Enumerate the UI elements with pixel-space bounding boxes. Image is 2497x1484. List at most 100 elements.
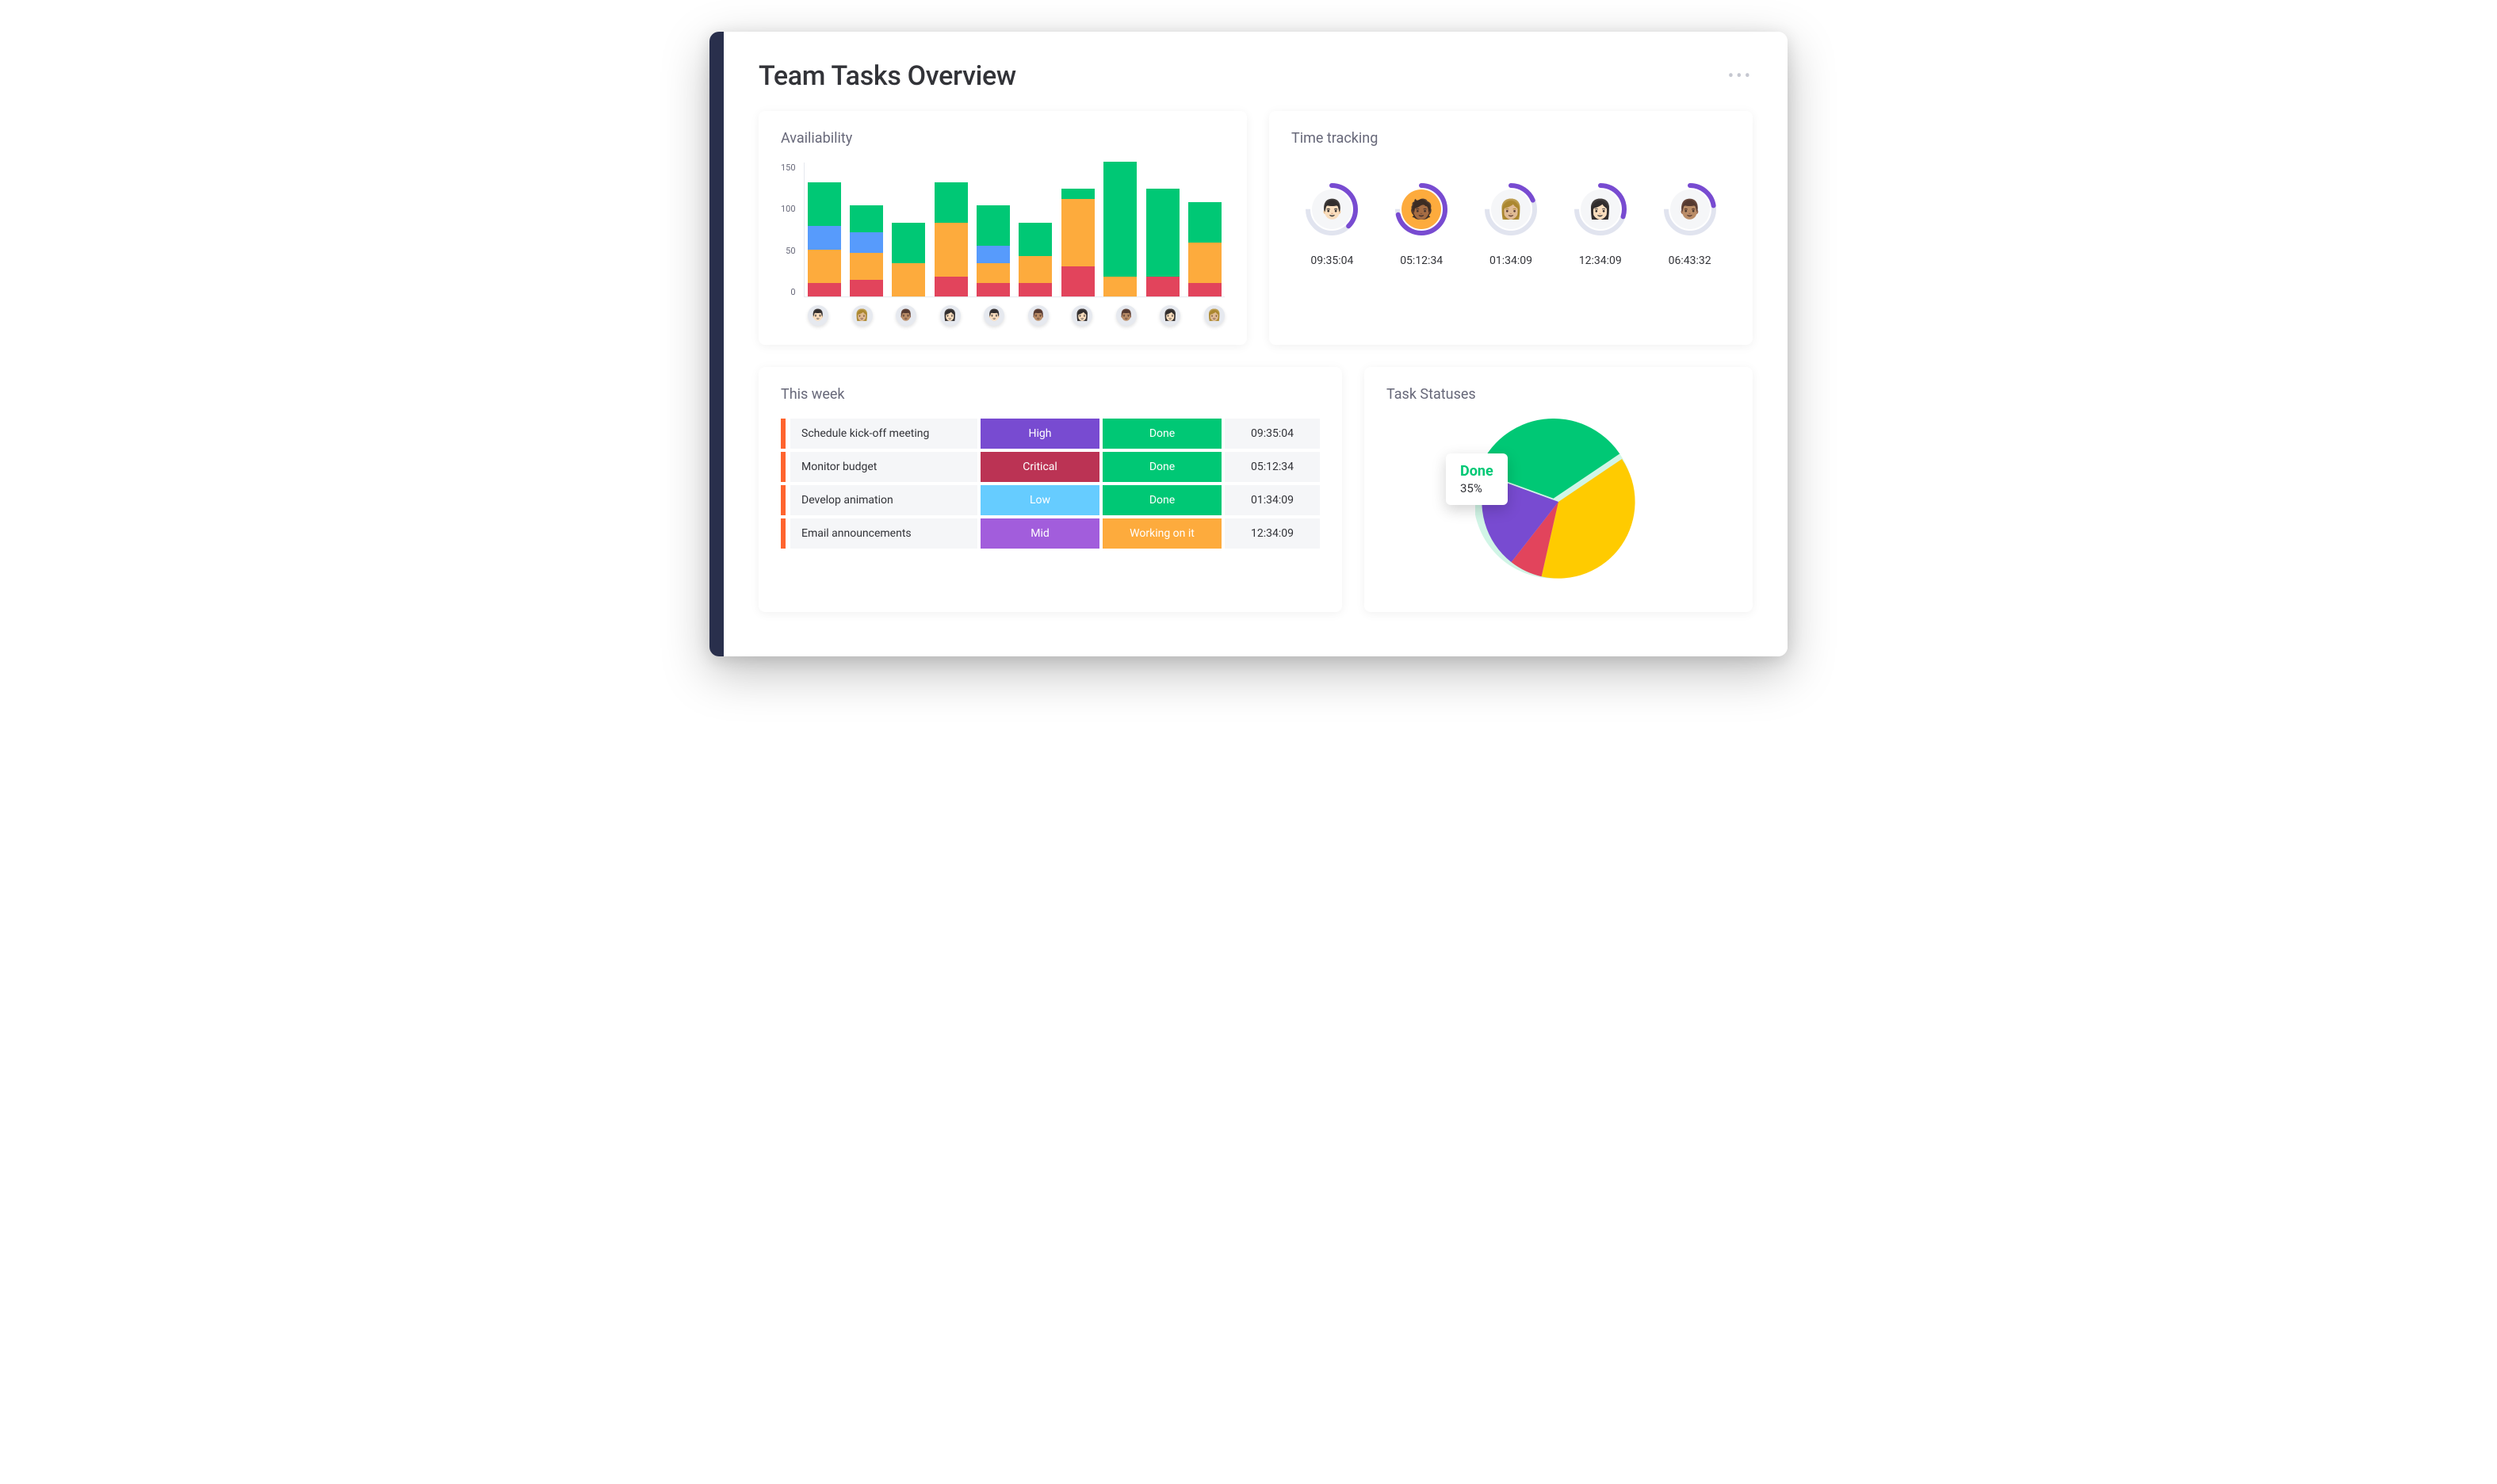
dashboard-content: Team Tasks Overview ••• Availiability 05…	[724, 32, 1788, 656]
task-time: 05:12:34	[1225, 452, 1320, 482]
bar-column[interactable]	[1103, 162, 1137, 296]
bar-segment-orange	[1188, 243, 1222, 283]
this-week-title: This week	[781, 386, 1320, 403]
priority-badge[interactable]: Mid	[981, 518, 1099, 549]
bar-segment-red	[808, 283, 841, 296]
priority-badge[interactable]: Low	[981, 485, 1099, 515]
status-badge[interactable]: Done	[1103, 419, 1222, 449]
task-row[interactable]: Monitor budgetCriticalDone05:12:34	[781, 452, 1320, 482]
task-row[interactable]: Develop animationLowDone01:34:09	[781, 485, 1320, 515]
tracked-time: 06:43:32	[1649, 254, 1730, 267]
progress-arc: 👩🏼	[1483, 182, 1539, 237]
page-title: Team Tasks Overview	[759, 60, 1016, 92]
availability-bars	[804, 163, 1225, 297]
person-avatar: 👨🏽	[1670, 189, 1710, 229]
time-tracking-title: Time tracking	[1291, 130, 1730, 147]
task-statuses-title: Task Statuses	[1386, 386, 1730, 403]
bar-segment-orange	[935, 223, 968, 277]
bar-column[interactable]	[977, 205, 1010, 296]
person-avatar[interactable]: 👩🏻	[1072, 305, 1092, 326]
time-tracking-list: 👨🏻09:35:04 🧑🏾 05:12:34 👩🏼01:34:09 👩🏻 12:34:09…	[1291, 182, 1730, 267]
person-avatar[interactable]: 👩🏼	[852, 305, 873, 326]
bar-segment-green	[808, 182, 841, 226]
time-tracking-item[interactable]: 👨🏽 06:43:32	[1649, 182, 1730, 267]
this-week-card: This week Schedule kick-off meetingHighD…	[759, 367, 1342, 612]
bar-column[interactable]	[808, 182, 841, 297]
row-marker	[781, 419, 786, 449]
time-tracking-item[interactable]: 🧑🏾 05:12:34	[1381, 182, 1463, 267]
task-statuses-chart: Done 35%	[1455, 419, 1661, 593]
availability-y-axis: 050100150	[781, 163, 804, 297]
person-avatar[interactable]: 👨🏽	[1028, 305, 1049, 326]
bar-column[interactable]	[935, 182, 968, 297]
status-badge[interactable]: Working on it	[1103, 518, 1222, 549]
task-name[interactable]: Develop animation	[790, 485, 977, 515]
bar-segment-red	[850, 280, 883, 296]
time-tracking-item[interactable]: 👨🏻09:35:04	[1291, 182, 1373, 267]
pie-tooltip: Done 35%	[1446, 453, 1508, 505]
bar-segment-green	[1019, 223, 1052, 257]
bar-segment-orange	[1061, 199, 1095, 266]
bar-segment-blue	[977, 246, 1010, 262]
row-marker	[781, 485, 786, 515]
task-row[interactable]: Schedule kick-off meetingHighDone09:35:0…	[781, 419, 1320, 449]
status-badge[interactable]: Done	[1103, 485, 1222, 515]
tracked-time: 12:34:09	[1559, 254, 1641, 267]
time-tracking-item[interactable]: 👩🏼01:34:09	[1470, 182, 1552, 267]
bar-column[interactable]	[1061, 189, 1095, 296]
bar-segment-red	[1061, 266, 1095, 296]
bar-column[interactable]	[1019, 223, 1052, 297]
task-time: 12:34:09	[1225, 518, 1320, 549]
dashboard-window: Team Tasks Overview ••• Availiability 05…	[709, 32, 1788, 656]
task-name[interactable]: Monitor budget	[790, 452, 977, 482]
person-avatar[interactable]: 👩🏻	[1160, 305, 1180, 326]
pie-tooltip-value: 35%	[1460, 481, 1493, 495]
bar-segment-red	[1019, 283, 1052, 296]
bar-segment-orange	[1019, 256, 1052, 283]
this-week-rows: Schedule kick-off meetingHighDone09:35:0…	[781, 419, 1320, 549]
bar-column[interactable]	[1146, 189, 1180, 296]
y-tick: 50	[781, 246, 796, 256]
bar-segment-orange	[808, 250, 841, 284]
person-avatar[interactable]: 👩🏻	[940, 305, 961, 326]
bar-segment-red	[935, 277, 968, 297]
y-tick: 0	[781, 287, 796, 297]
more-menu-icon[interactable]: •••	[1728, 67, 1753, 86]
task-name[interactable]: Email announcements	[790, 518, 977, 549]
priority-badge[interactable]: High	[981, 419, 1099, 449]
priority-badge[interactable]: Critical	[981, 452, 1099, 482]
bar-column[interactable]	[850, 205, 883, 296]
status-badge[interactable]: Done	[1103, 452, 1222, 482]
task-name[interactable]: Schedule kick-off meeting	[790, 419, 977, 449]
person-avatar[interactable]: 👨🏻	[808, 305, 828, 326]
availability-card: Availiability 050100150 👨🏻👩🏼👨🏽👩🏻👨🏻👨🏽👩🏻👨🏽…	[759, 111, 1247, 345]
availability-title: Availiability	[781, 130, 1225, 147]
person-avatar: 👩🏼	[1491, 189, 1531, 229]
tracked-time: 05:12:34	[1381, 254, 1463, 267]
row-marker	[781, 518, 786, 549]
person-avatar: 👩🏻	[1581, 189, 1620, 229]
bar-column[interactable]	[1188, 202, 1222, 296]
pie-tooltip-label: Done	[1460, 463, 1493, 480]
progress-arc: 👩🏻	[1573, 182, 1628, 237]
person-avatar[interactable]: 👩🏼	[1204, 305, 1225, 326]
bar-segment-green	[1103, 162, 1137, 277]
person-avatar[interactable]: 👨🏽	[896, 305, 916, 326]
time-tracking-card: Time tracking 👨🏻09:35:04 🧑🏾 05:12:34 👩🏼01:3…	[1269, 111, 1753, 345]
bar-column[interactable]	[892, 223, 925, 297]
header: Team Tasks Overview •••	[759, 60, 1753, 92]
bar-segment-orange	[892, 263, 925, 297]
person-avatar[interactable]: 👨🏻	[984, 305, 1004, 326]
progress-arc: 👨🏻	[1304, 182, 1359, 237]
bar-segment-green	[1188, 202, 1222, 243]
row-marker	[781, 452, 786, 482]
task-time: 09:35:04	[1225, 419, 1320, 449]
bar-segment-blue	[808, 226, 841, 250]
task-row[interactable]: Email announcementsMidWorking on it12:34…	[781, 518, 1320, 549]
bar-segment-green	[977, 205, 1010, 246]
time-tracking-item[interactable]: 👩🏻 12:34:09	[1559, 182, 1641, 267]
person-avatar[interactable]: 👨🏽	[1116, 305, 1137, 326]
progress-arc: 👨🏽	[1662, 182, 1718, 237]
progress-arc: 🧑🏾	[1394, 182, 1449, 237]
person-avatar: 🧑🏾	[1401, 189, 1441, 229]
